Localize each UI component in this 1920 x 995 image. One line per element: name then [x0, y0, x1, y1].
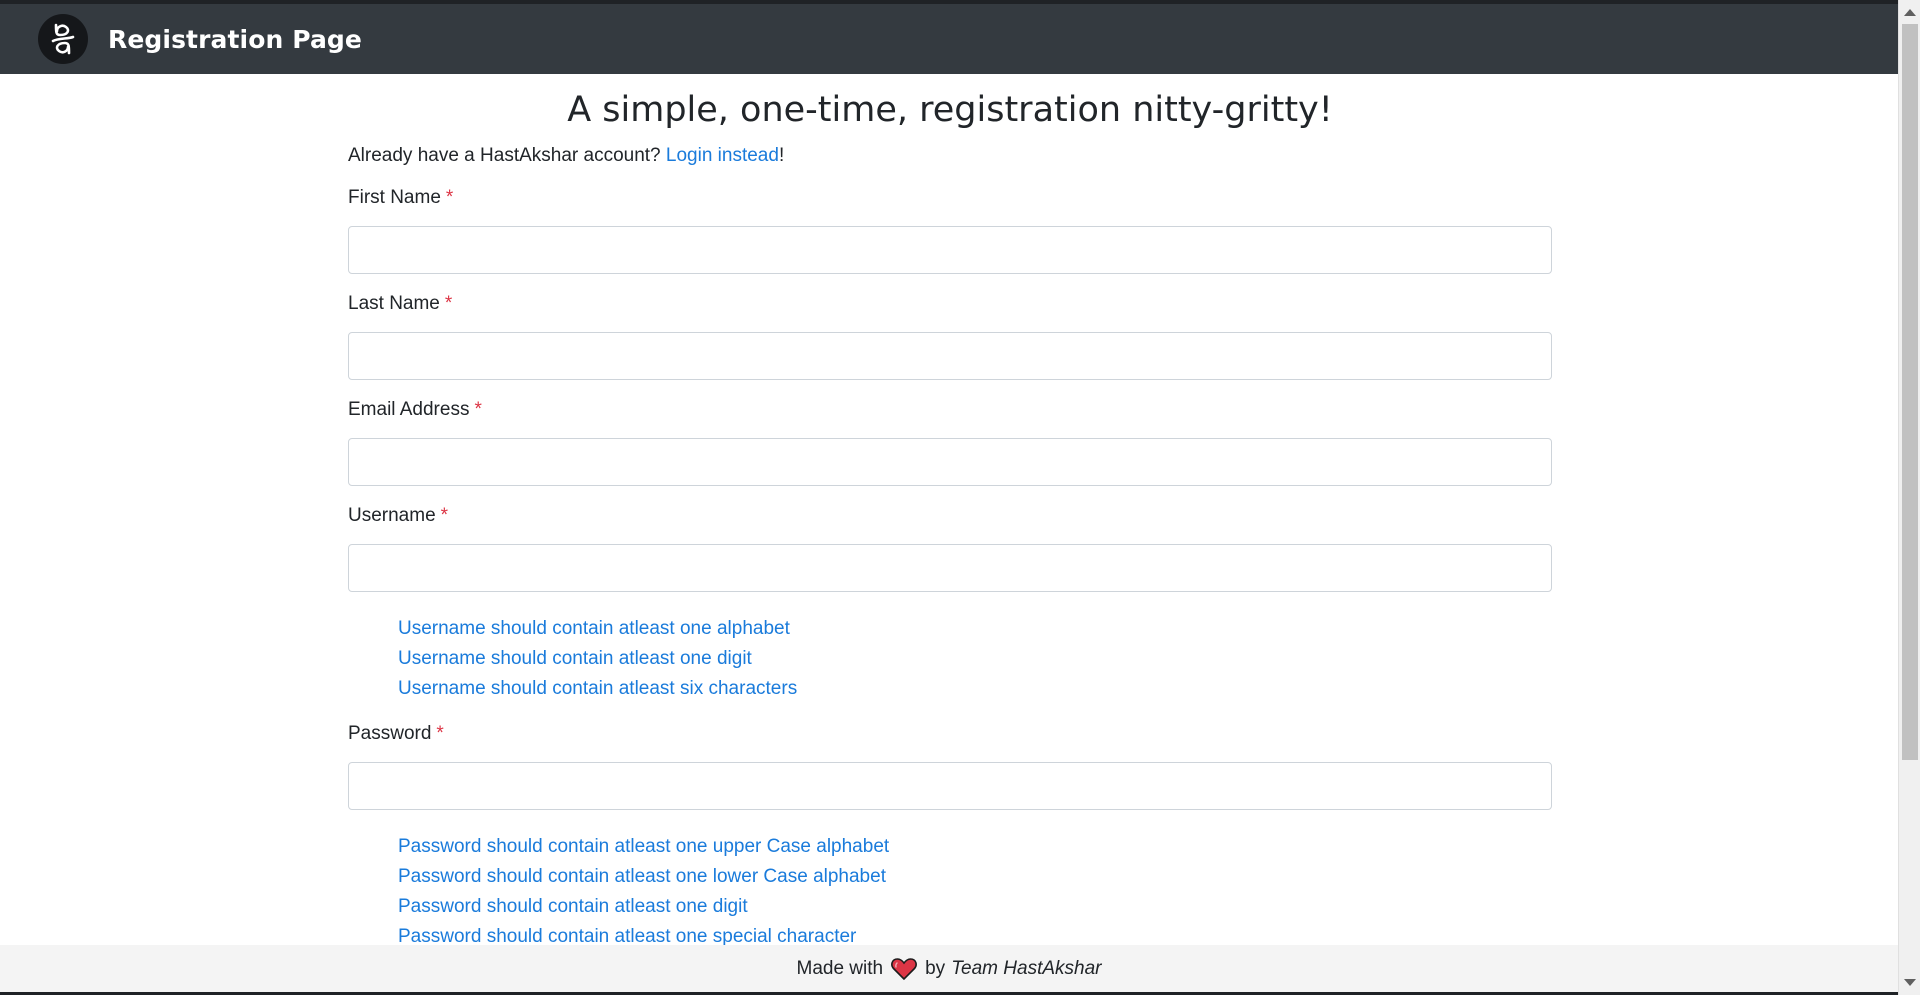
required-marker: *: [444, 293, 453, 314]
login-instead-link[interactable]: Login instead: [666, 145, 779, 166]
scrollbar-thumb[interactable]: [1902, 24, 1918, 760]
username-hint: Username should contain atleast one digi…: [398, 648, 752, 669]
last-name-label-text: Last Name: [348, 293, 440, 314]
username-hints: Username should contain atleast one alph…: [348, 614, 1552, 704]
password-hint: Password should contain atleast one digi…: [398, 896, 748, 917]
last-name-label: Last Name *: [348, 293, 452, 314]
email-group: Email Address *: [348, 398, 1552, 486]
hastakshar-logo-icon[interactable]: [38, 14, 88, 64]
navbar: Registration Page: [0, 4, 1898, 74]
email-input[interactable]: [348, 438, 1552, 486]
heart-icon: [891, 957, 918, 980]
first-name-label-text: First Name: [348, 187, 441, 208]
registration-page: Registration Page A simple, one-time, re…: [0, 0, 1920, 995]
required-marker: *: [440, 505, 449, 526]
password-input[interactable]: [348, 762, 1552, 810]
username-group: Username * Username should contain atleas…: [348, 504, 1552, 704]
registration-form-container: A simple, one-time, registration nitty-g…: [348, 74, 1552, 952]
email-label: Email Address *: [348, 399, 482, 420]
required-marker: *: [436, 723, 444, 744]
username-hint: Username should contain atleast six char…: [398, 678, 798, 699]
password-group: Password * Password should contain atleas…: [348, 722, 1552, 952]
login-prompt-text: Already have a HastAkshar account?: [348, 145, 666, 166]
login-prompt: Already have a HastAkshar account? Login…: [348, 144, 1552, 168]
password-hint: Password should contain atleast one uppe…: [398, 836, 890, 857]
last-name-input[interactable]: [348, 332, 1552, 380]
logo-glyph: [51, 23, 75, 55]
password-label-text: Password: [348, 723, 432, 744]
footer-team: Team HastAkshar: [951, 957, 1102, 979]
username-label: Username *: [348, 505, 448, 526]
navbar-title[interactable]: Registration Page: [108, 25, 362, 54]
last-name-group: Last Name *: [348, 292, 1552, 380]
first-name-input[interactable]: [348, 226, 1552, 274]
password-hint: Password should contain atleast one lowe…: [398, 866, 886, 887]
scroll-down-arrow-icon[interactable]: [1904, 979, 1916, 986]
username-hint: Username should contain atleast one alph…: [398, 618, 790, 639]
page-title: A simple, one-time, registration nitty-g…: [567, 90, 1333, 130]
password-label: Password *: [348, 723, 444, 744]
password-hints: Password should contain atleast one uppe…: [348, 832, 1552, 952]
footer-made-with: Made with: [796, 957, 884, 979]
required-marker: *: [445, 187, 454, 208]
username-label-text: Username: [348, 505, 436, 526]
scroll-up-arrow-icon[interactable]: [1904, 9, 1916, 16]
email-label-text: Email Address: [348, 399, 470, 420]
vertical-scrollbar[interactable]: [1898, 0, 1920, 995]
username-input[interactable]: [348, 544, 1552, 592]
first-name-label: First Name *: [348, 187, 453, 208]
footer-by: by: [925, 957, 946, 979]
login-prompt-suffix: !: [778, 145, 785, 166]
required-marker: *: [474, 399, 482, 420]
first-name-group: First Name *: [348, 186, 1552, 274]
footer: Made with by Team HastAkshar: [0, 945, 1898, 992]
